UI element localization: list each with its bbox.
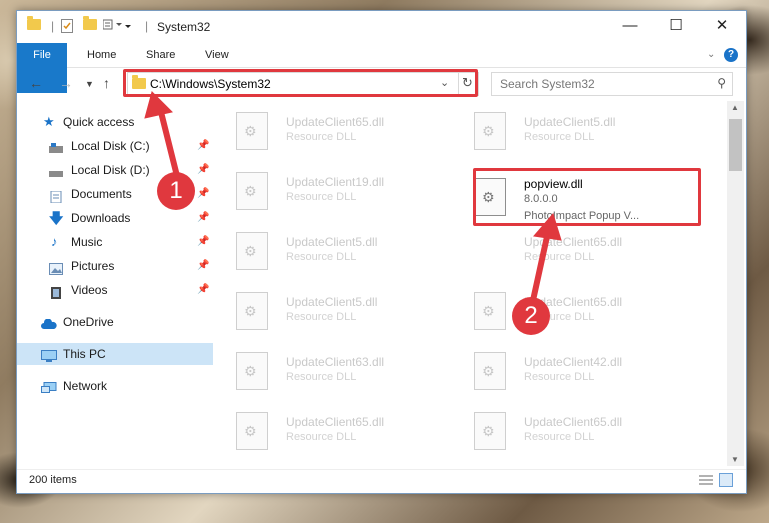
step-2-badge: 2 <box>512 297 550 335</box>
step-1-badge: 1 <box>157 172 195 210</box>
annotation-arrows <box>144 91 562 308</box>
